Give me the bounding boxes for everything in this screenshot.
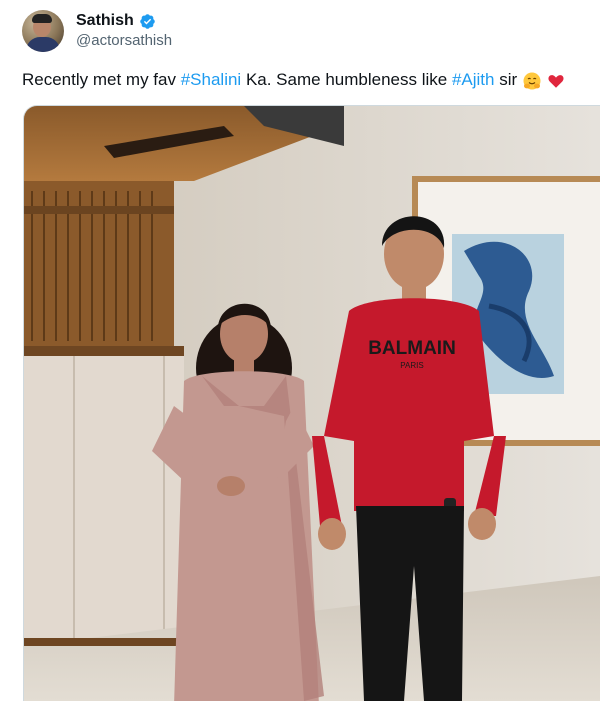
avatar[interactable] bbox=[22, 10, 64, 52]
tweet-text-part: sir bbox=[494, 70, 518, 89]
verified-badge-icon bbox=[140, 13, 155, 29]
tweet-text: Recently met my fav #Shalini Ka. Same hu… bbox=[22, 70, 565, 91]
author-handle[interactable]: @actorsathish bbox=[76, 32, 172, 49]
shirt-brand-text: BALMAIN bbox=[368, 338, 456, 359]
tweet-header: Sathish @actorsathish bbox=[22, 10, 172, 52]
tweet-text-part: Ka. Same humbleness like bbox=[241, 70, 452, 89]
red-heart-emoji bbox=[548, 74, 564, 88]
hashtag-shalini[interactable]: #Shalini bbox=[181, 70, 242, 89]
author-names: Sathish @actorsathish bbox=[76, 12, 172, 49]
hashtag-ajith[interactable]: #Ajith bbox=[452, 70, 495, 89]
tweet-text-part: Recently met my fav bbox=[22, 70, 181, 89]
shirt-subtext: PARIS bbox=[400, 361, 423, 370]
tweet-photo[interactable]: BALMAIN PARIS bbox=[23, 105, 600, 701]
author-display-name[interactable]: Sathish bbox=[76, 12, 134, 30]
hugging-face-emoji bbox=[523, 72, 541, 90]
photo-illustration: BALMAIN PARIS bbox=[24, 106, 600, 701]
